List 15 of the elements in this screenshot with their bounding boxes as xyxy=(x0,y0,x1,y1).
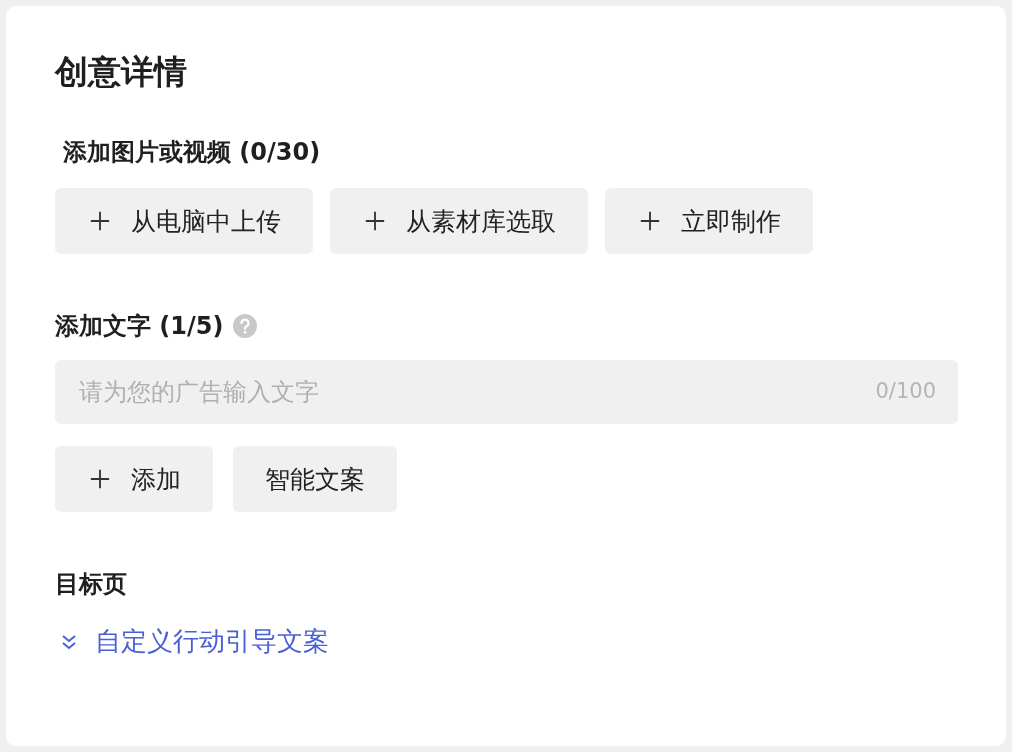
plus-icon xyxy=(89,468,111,490)
field-label: 添加图片或视频 (0/30) xyxy=(62,137,322,168)
text-button[interactable]: 智能文案 xyxy=(233,446,397,512)
upload-button[interactable]: 从电脑中上传 xyxy=(55,188,313,254)
plus-icon xyxy=(364,210,386,232)
character-counter: 0/100 xyxy=(875,379,936,403)
field-label: 目标页 xyxy=(55,569,128,600)
upload-button[interactable]: 立即制作 xyxy=(605,188,813,254)
text-button[interactable]: 添加 xyxy=(55,446,213,512)
expand-link[interactable]: 自定义行动引导文案 xyxy=(95,624,329,659)
field-label: 添加文字 (1/5) xyxy=(55,311,224,342)
plus-icon xyxy=(89,210,111,232)
plus-icon xyxy=(639,210,661,232)
upload-button[interactable]: 从素材库选取 xyxy=(330,188,588,254)
section-title: 创意详情 xyxy=(55,51,188,93)
